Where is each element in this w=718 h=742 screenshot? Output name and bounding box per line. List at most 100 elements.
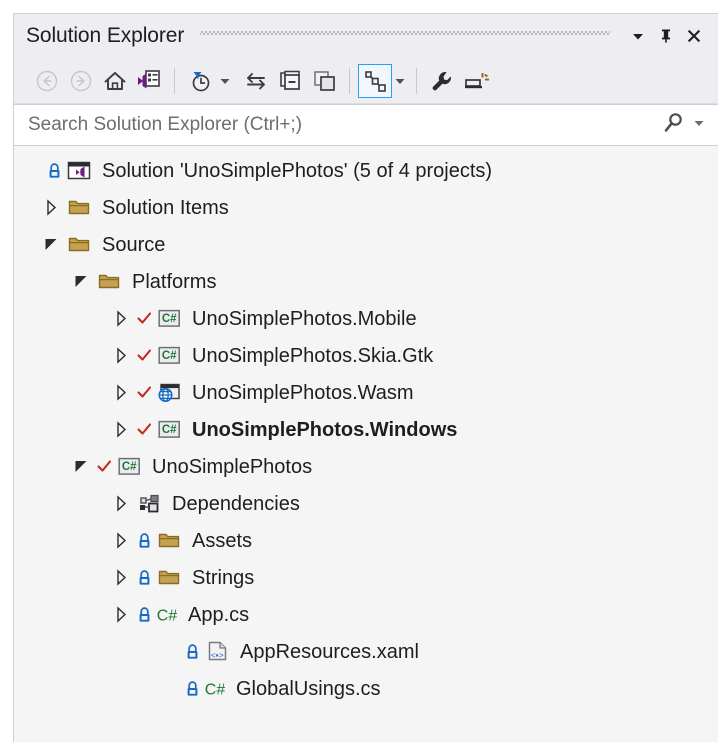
filter-dropdown-button[interactable] — [217, 64, 233, 98]
expander-collapsed-icon[interactable] — [108, 300, 134, 337]
properties-window-button[interactable] — [132, 64, 166, 98]
search-options-dropdown-icon[interactable] — [692, 116, 706, 135]
titlebar-drag-handle[interactable] — [200, 30, 610, 42]
code-map-dropdown-button[interactable] — [392, 64, 408, 98]
tree-item-appresources-xaml[interactable]: <▪> AppResources.xaml — [14, 633, 718, 670]
checkmark-icon — [134, 337, 154, 374]
panel-title: Solution Explorer — [26, 24, 185, 47]
forward-button[interactable] — [64, 64, 98, 98]
expander-expanded-icon[interactable] — [68, 448, 94, 485]
tree-item-assets[interactable]: Assets — [14, 522, 718, 559]
tree-item-source[interactable]: Source — [14, 226, 718, 263]
tree-item-unosimplephotos-windows[interactable]: C# UnoSimplePhotos.Windows — [14, 411, 718, 448]
dependencies-icon — [134, 485, 164, 522]
tree-item-solution-items[interactable]: Solution Items — [14, 189, 718, 226]
lock-icon — [134, 559, 154, 596]
solution-tree[interactable]: Solution 'UnoSimplePhotos' (5 of 4 proje… — [14, 146, 718, 742]
solution-explorer-toolbar — [14, 58, 718, 104]
auto-hide-pin-button[interactable] — [652, 22, 680, 50]
view-code-map-button[interactable] — [358, 63, 392, 98]
expander-expanded-icon[interactable] — [38, 226, 64, 263]
csharp-file-icon: C# — [202, 670, 228, 707]
checkmark-icon — [134, 411, 154, 448]
folder-icon — [154, 559, 184, 596]
svg-text:C#: C# — [205, 681, 225, 698]
svg-text:C#: C# — [161, 424, 176, 436]
tree-item-label: UnoSimplePhotos.Mobile — [192, 307, 417, 330]
tree-item-label: UnoSimplePhotos.Windows — [192, 418, 458, 441]
tree-item-unosimplephotos-skia-gtk[interactable]: C# UnoSimplePhotos.Skia.Gtk — [14, 337, 718, 374]
solution-explorer-panel: Solution Explorer Search Solution Explor… — [13, 13, 718, 742]
svg-text:C#: C# — [157, 607, 177, 624]
tree-item-label: Source — [102, 233, 166, 256]
back-button[interactable] — [30, 64, 64, 98]
svg-text:<▪>: <▪> — [210, 650, 223, 660]
csharp-file-icon: C# — [154, 596, 180, 633]
tree-item-unosimplephotos-mobile[interactable]: C# UnoSimplePhotos.Mobile — [14, 300, 718, 337]
tree-item-label: GlobalUsings.cs — [236, 677, 381, 700]
wasm-project-icon — [154, 374, 184, 411]
folder-icon — [64, 189, 94, 226]
collapse-all-button[interactable] — [273, 64, 307, 98]
tree-item-unosimplephotos[interactable]: C# UnoSimplePhotos — [14, 448, 718, 485]
pending-changes-filter-button[interactable] — [183, 64, 217, 98]
csharp-project-icon: C# — [154, 300, 184, 337]
csharp-project-icon: C# — [114, 448, 144, 485]
tree-item-label: Dependencies — [172, 492, 300, 515]
expander-collapsed-icon[interactable] — [108, 522, 134, 559]
checkmark-icon — [134, 374, 154, 411]
tree-item-unosimplephotos-wasm[interactable]: UnoSimplePhotos.Wasm — [14, 374, 718, 411]
tree-item-app-cs[interactable]: C# App.cs — [14, 596, 718, 633]
expander-collapsed-icon[interactable] — [38, 189, 64, 226]
tree-item-dependencies[interactable]: Dependencies — [14, 485, 718, 522]
sync-with-active-document-button[interactable] — [239, 64, 273, 98]
csharp-project-icon: C# — [154, 411, 184, 448]
close-button[interactable] — [680, 22, 708, 50]
tree-item-label: UnoSimplePhotos.Wasm — [192, 381, 414, 404]
expander-collapsed-icon[interactable] — [108, 374, 134, 411]
expander-collapsed-icon[interactable] — [108, 485, 134, 522]
show-all-files-button[interactable] — [307, 64, 341, 98]
expander-collapsed-icon[interactable] — [108, 411, 134, 448]
lock-icon — [44, 152, 64, 189]
lock-icon — [182, 670, 202, 707]
svg-text:C#: C# — [161, 350, 176, 362]
lock-icon — [134, 522, 154, 559]
svg-text:C#: C# — [121, 461, 136, 473]
checkmark-icon — [134, 300, 154, 337]
checkmark-icon — [94, 448, 114, 485]
home-button[interactable] — [98, 64, 132, 98]
tree-item-label: App.cs — [188, 603, 250, 626]
window-menu-dropdown[interactable] — [624, 22, 652, 50]
folder-icon — [64, 226, 94, 263]
properties-button[interactable] — [425, 64, 459, 98]
tree-item-label: Assets — [192, 529, 253, 552]
expander-expanded-icon[interactable] — [68, 263, 94, 300]
expander-collapsed-icon[interactable] — [108, 559, 134, 596]
search-input[interactable] — [28, 114, 662, 136]
tree-item-solution[interactable]: Solution 'UnoSimplePhotos' (5 of 4 proje… — [14, 152, 718, 189]
tree-item-label: Solution 'UnoSimplePhotos' (5 of 4 proje… — [102, 159, 493, 182]
folder-icon — [94, 263, 124, 300]
expander-placeholder — [156, 633, 182, 670]
folder-icon — [154, 522, 184, 559]
expander-collapsed-icon[interactable] — [108, 337, 134, 374]
tree-item-strings[interactable]: Strings — [14, 559, 718, 596]
tree-item-label: Solution Items — [102, 196, 229, 219]
lock-icon — [182, 633, 202, 670]
toolbar-separator — [174, 67, 175, 94]
tree-item-globalusings-cs[interactable]: C# GlobalUsings.cs — [14, 670, 718, 707]
expander-collapsed-icon[interactable] — [108, 596, 134, 633]
xaml-file-icon: <▪> — [202, 633, 232, 670]
lock-icon — [134, 596, 154, 633]
tree-item-label: UnoSimplePhotos — [152, 455, 313, 478]
search-magnifier-icon[interactable] — [662, 111, 686, 140]
preview-selected-items-button[interactable] — [459, 64, 493, 98]
expander-placeholder — [18, 152, 44, 189]
csharp-project-icon: C# — [154, 337, 184, 374]
toolbar-separator-3 — [416, 67, 417, 94]
tree-item-label: Strings — [192, 566, 255, 589]
tree-item-platforms[interactable]: Platforms — [14, 263, 718, 300]
tree-item-label: Platforms — [132, 270, 217, 293]
panel-titlebar: Solution Explorer — [14, 14, 718, 58]
